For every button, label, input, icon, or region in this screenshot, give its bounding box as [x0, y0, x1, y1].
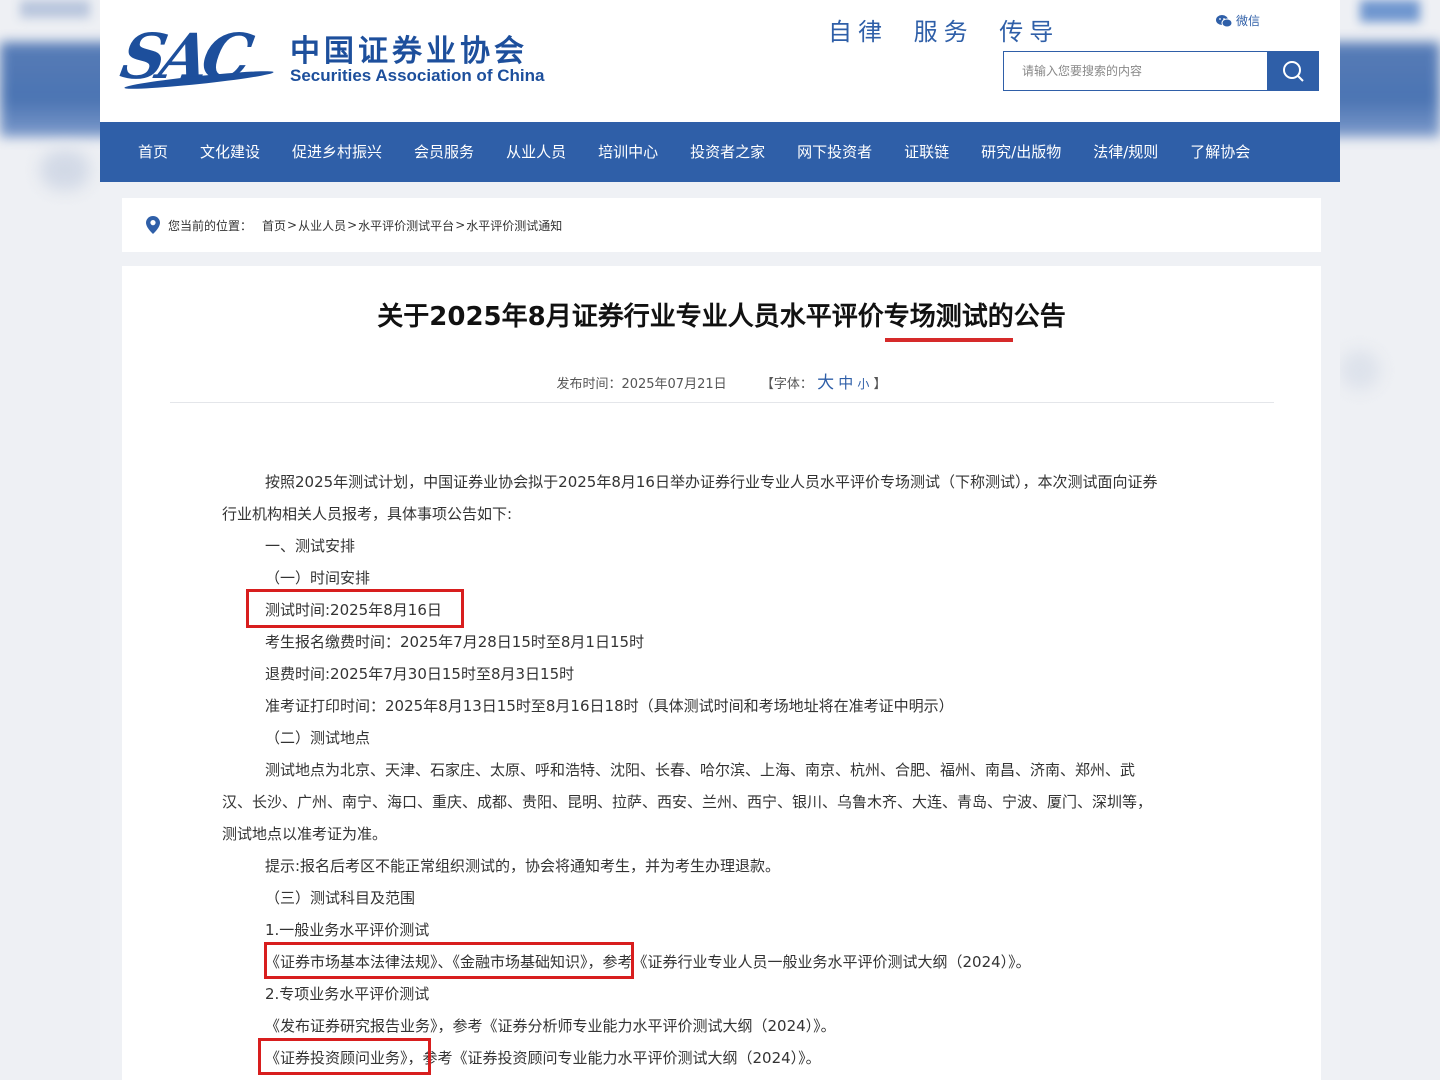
breadcrumb-practitioners[interactable]: 从业人员	[298, 217, 346, 234]
font-size-medium-button[interactable]: 中	[838, 374, 853, 392]
highlight-box-general-subjects	[264, 942, 634, 979]
refund-time: 退费时间:2025年7月30日15时至8月3日15时	[265, 665, 575, 683]
main-nav: 首页 文化建设 促进乡村振兴 会员服务 从业人员 培训中心 投资者之家 网下投资…	[100, 122, 1340, 182]
background-blur-shape	[1360, 0, 1420, 22]
breadcrumb: 您当前的位置： 首页 > 从业人员 > 水平评价测试平台 > 水平评价测试通知	[122, 198, 1321, 252]
font-size-open: 【字体：	[760, 377, 813, 392]
notice-tip: 提示:报名后考区不能正常组织测试的，协会将通知考生，并为考生办理退款。	[265, 857, 781, 875]
nav-training[interactable]: 培训中心	[582, 122, 674, 182]
search-box	[1003, 51, 1319, 91]
registration-time: 考生报名缴费时间：2025年7月28日15时至8月1日15时	[265, 633, 645, 651]
nav-securities-chain[interactable]: 证联链	[888, 122, 965, 182]
site-header: SAC 中国证券业协会 Securities Association of Ch…	[100, 0, 1340, 122]
background-blur-shape	[1340, 350, 1380, 390]
breadcrumb-test-notice[interactable]: 水平评价测试通知	[466, 217, 562, 234]
location-pin-icon	[146, 216, 160, 234]
slogan: 自律 服务 传导	[828, 18, 1060, 46]
publish-date: 发布时间：2025年07月21日	[556, 377, 727, 392]
body-paragraph: 测试地点为北京、天津、石家庄、太原、呼和浩特、沈阳、长春、哈尔滨、上海、南京、杭…	[265, 761, 1136, 779]
search-icon	[1283, 61, 1304, 82]
body-paragraph: 测试地点以准考证为准。	[222, 825, 388, 843]
background-blur-shape	[40, 150, 90, 190]
nav-investors-home[interactable]: 投资者之家	[674, 122, 781, 182]
background-blur-shape	[20, 0, 90, 18]
page-frame: SAC 中国证券业协会 Securities Association of Ch…	[100, 0, 1340, 1080]
breadcrumb-label: 您当前的位置：	[168, 218, 253, 233]
logo-chinese-name: 中国证券业协会	[290, 34, 528, 69]
logo-english-name: Securities Association of China	[290, 66, 545, 85]
subject-heading: 1.一般业务水平评价测试	[265, 921, 430, 939]
search-input[interactable]	[1004, 52, 1270, 90]
wechat-link[interactable]: 微信	[1216, 12, 1260, 29]
body-paragraph: 行业机构相关人员报考，具体事项公告如下:	[222, 505, 513, 523]
subject-detail: 《发布证券研究报告业务》，参考《证券分析师专业能力水平评价测试大纲（2024）》…	[265, 1017, 836, 1035]
nav-member-services[interactable]: 会员服务	[398, 122, 490, 182]
article-panel: 关于2025年8月证券行业专业人员水平评价专场测试的公告 发布时间：2025年0…	[122, 266, 1321, 1080]
nav-practitioners[interactable]: 从业人员	[490, 122, 582, 182]
wechat-icon	[1216, 14, 1232, 27]
nav-home[interactable]: 首页	[122, 122, 184, 182]
breadcrumb-home[interactable]: 首页	[262, 217, 286, 234]
font-size-large-button[interactable]: 大	[817, 373, 834, 393]
nav-research-publications[interactable]: 研究/出版物	[965, 122, 1077, 182]
article-meta: 发布时间：2025年07月21日 【字体： 大 中 小 】	[122, 368, 1321, 393]
breadcrumb-separator: >	[287, 218, 298, 232]
nav-culture[interactable]: 文化建设	[184, 122, 276, 182]
nav-rural-revitalization[interactable]: 促进乡村振兴	[276, 122, 398, 182]
breadcrumb-test-platform[interactable]: 水平评价测试平台	[358, 217, 454, 234]
nav-about[interactable]: 了解协会	[1174, 122, 1266, 182]
body-paragraph: 按照2025年测试计划，中国证券业协会拟于2025年8月16日举办证券行业专业人…	[265, 473, 1158, 491]
font-size-small-button[interactable]: 小	[857, 377, 869, 391]
highlight-box-test-date	[246, 589, 464, 628]
wechat-label: 微信	[1236, 14, 1261, 28]
meta-divider	[170, 402, 1274, 403]
breadcrumb-separator: >	[347, 218, 358, 232]
admission-print-time: 准考证打印时间：2025年8月13日15时至8月16日18时（具体测试时间和考场…	[265, 697, 954, 715]
highlight-box-advisor-subject	[258, 1038, 431, 1075]
sac-logo[interactable]: SAC 中国证券业协会 Securities Association of Ch…	[116, 20, 582, 94]
font-size-close: 】	[873, 377, 887, 392]
nav-offline-investors[interactable]: 网下投资者	[781, 122, 888, 182]
title-red-underline	[885, 338, 1013, 342]
subsection-heading: （一）时间安排	[265, 569, 371, 587]
body-paragraph: 汉、长沙、广州、南宁、海口、重庆、成都、贵阳、昆明、拉萨、西安、兰州、西宁、银川…	[222, 793, 1153, 811]
nav-laws-rules[interactable]: 法律/规则	[1077, 122, 1174, 182]
subject-heading: 2.专项业务水平评价测试	[265, 985, 430, 1003]
subsection-heading: （二）测试地点	[265, 729, 371, 747]
article-title: 关于2025年8月证券行业专业人员水平评价专场测试的公告	[377, 302, 1066, 332]
subsection-heading: （三）测试科目及范围	[265, 889, 416, 907]
search-button[interactable]	[1267, 51, 1319, 91]
section-heading: 一、测试安排	[265, 537, 356, 555]
breadcrumb-separator: >	[455, 218, 466, 232]
